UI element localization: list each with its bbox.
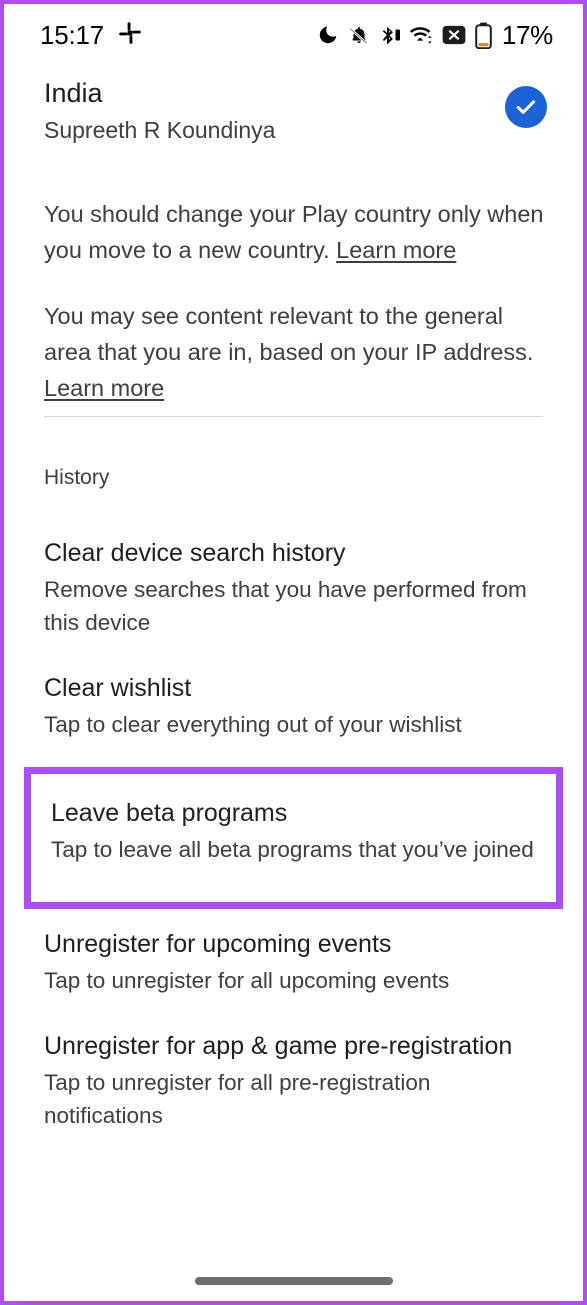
- history-items-list: Clear device search history Remove searc…: [4, 536, 583, 1132]
- list-item-subtitle: Tap to unregister for all upcoming event…: [44, 968, 450, 993]
- notifications-muted-bell-icon: [348, 24, 370, 46]
- list-item-subtitle: Tap to leave all beta programs that you’…: [51, 837, 534, 862]
- country-row[interactable]: India Supreeth R Koundinya: [44, 74, 547, 146]
- country-name: India: [44, 78, 103, 108]
- list-item-title: Clear device search history: [44, 539, 346, 567]
- battery-percent-label: 17%: [501, 19, 553, 50]
- list-item-unregister-upcoming-events[interactable]: Unregister for upcoming events Tap to un…: [4, 927, 583, 997]
- list-item-title: Clear wishlist: [44, 674, 192, 702]
- check-circle-icon[interactable]: [505, 86, 547, 128]
- list-item-clear-device-search-history[interactable]: Clear device search history Remove searc…: [4, 536, 583, 639]
- info-paragraph-1-text: You should change your Play country only…: [44, 201, 544, 263]
- bluetooth-icon: [379, 24, 401, 46]
- status-time: 15:17: [40, 19, 105, 50]
- wifi-icon: [409, 24, 433, 46]
- info-paragraph-2-text: You may see content relevant to the gene…: [44, 303, 534, 365]
- history-section-label: History: [44, 466, 110, 489]
- info-paragraph-2: You may see content relevant to the gene…: [44, 298, 547, 406]
- info-paragraph-1: You should change your Play country only…: [44, 196, 547, 268]
- country-texts: India Supreeth R Koundinya: [44, 74, 275, 146]
- phone-screen: 15:17 17% India Supreeth R Koundinya You…: [0, 0, 587, 1305]
- list-item-title: Unregister for upcoming events: [44, 930, 392, 958]
- battery-icon: [475, 22, 492, 49]
- section-divider: [44, 416, 543, 417]
- list-item-leave-beta-programs[interactable]: Leave beta programs Tap to leave all bet…: [24, 767, 563, 909]
- info-block: You should change your Play country only…: [44, 196, 547, 406]
- list-item-subtitle: Tap to clear everything out of your wish…: [44, 712, 462, 737]
- learn-more-link-2[interactable]: Learn more: [44, 375, 164, 401]
- list-item-clear-wishlist[interactable]: Clear wishlist Tap to clear everything o…: [4, 671, 583, 741]
- learn-more-link-1[interactable]: Learn more: [336, 237, 456, 263]
- home-indicator[interactable]: [194, 1277, 393, 1285]
- do-not-disturb-moon-icon: [317, 24, 339, 46]
- status-bar: 15:17 17%: [4, 4, 583, 66]
- list-item-title: Leave beta programs: [51, 799, 288, 827]
- no-sim-x-icon: [442, 25, 466, 45]
- list-item-subtitle: Remove searches that you have performed …: [44, 577, 527, 635]
- list-item-unregister-pre-registration[interactable]: Unregister for app & game pre-registrati…: [4, 1029, 583, 1132]
- list-item-subtitle: Tap to unregister for all pre-registrati…: [44, 1070, 431, 1128]
- status-bar-right: 17%: [317, 20, 553, 51]
- account-name: Supreeth R Koundinya: [44, 117, 276, 143]
- slack-icon: [118, 21, 142, 50]
- status-bar-left: 15:17: [40, 20, 142, 51]
- list-item-title: Unregister for app & game pre-registrati…: [44, 1032, 513, 1060]
